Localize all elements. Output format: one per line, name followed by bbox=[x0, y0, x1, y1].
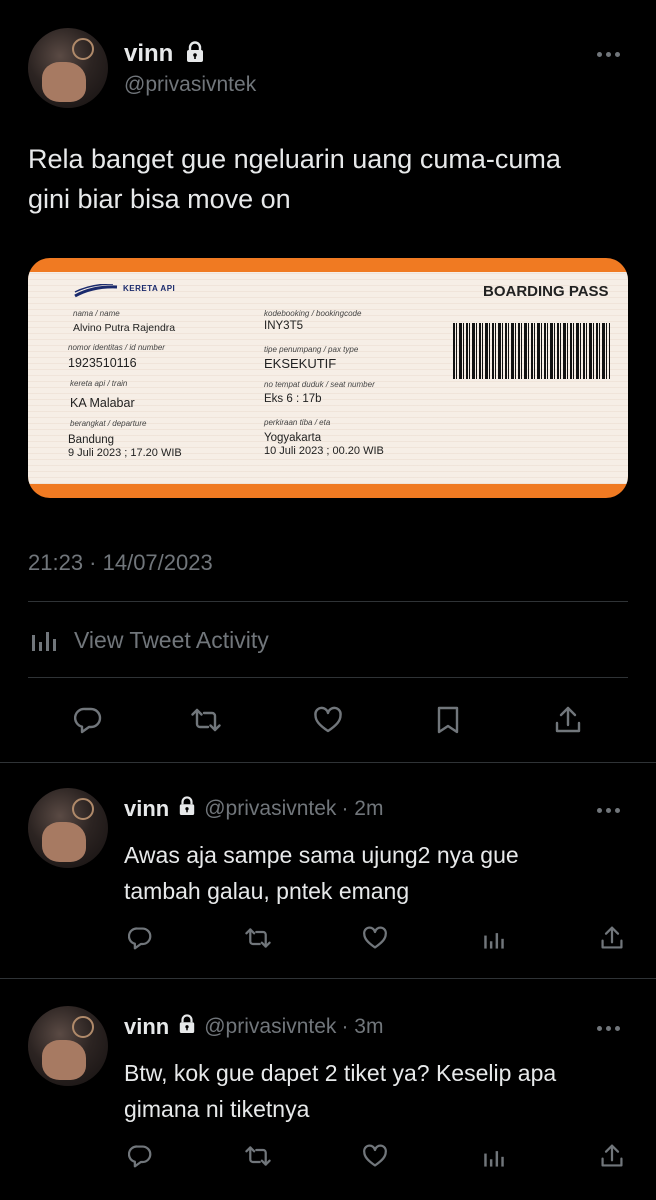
id-label: nomor identitas / id number bbox=[68, 343, 165, 352]
more-icon[interactable] bbox=[597, 1026, 620, 1031]
author-name[interactable]: vinn bbox=[124, 40, 173, 68]
like-button[interactable] bbox=[357, 922, 393, 954]
like-icon bbox=[363, 1144, 387, 1167]
booking-value: INY3T5 bbox=[264, 320, 303, 332]
name-label: nama / name bbox=[73, 309, 120, 318]
reply-header: vinn @privasivntek · 2m bbox=[124, 796, 383, 822]
retweet-button[interactable] bbox=[240, 922, 276, 954]
reply-icon bbox=[128, 1145, 152, 1168]
eta-label: perkiraan tiba / eta bbox=[264, 418, 331, 427]
eta-time: 10 Juli 2023 ; 00.20 WIB bbox=[264, 445, 384, 457]
retweet-icon bbox=[245, 928, 271, 948]
analytics-button[interactable] bbox=[476, 922, 512, 954]
author-handle[interactable]: @privasivntek bbox=[204, 797, 336, 821]
barcode-icon bbox=[453, 323, 610, 379]
avatar[interactable] bbox=[28, 1006, 108, 1086]
reply-text-line-2: tambah galau, pntek emang bbox=[124, 878, 410, 904]
more-icon[interactable] bbox=[597, 52, 620, 57]
divider bbox=[28, 601, 628, 602]
share-icon bbox=[601, 1144, 623, 1167]
retweet-button[interactable] bbox=[240, 1140, 276, 1172]
retweet-icon bbox=[245, 1146, 271, 1166]
view-activity-label[interactable]: View Tweet Activity bbox=[74, 627, 269, 654]
author-name[interactable]: vinn bbox=[124, 1014, 169, 1040]
departure-time: 9 Juli 2023 ; 17.20 WIB bbox=[68, 447, 182, 459]
lock-icon bbox=[185, 41, 205, 63]
divider bbox=[28, 677, 628, 678]
reply-text-line-1: Awas aja sampe sama ujung2 nya gue bbox=[124, 842, 519, 868]
train-label: kereta api / train bbox=[70, 379, 128, 388]
reply-button[interactable] bbox=[122, 922, 158, 954]
tweet-text-line-1: Rela banget gue ngeluarin uang cuma-cuma bbox=[28, 144, 561, 174]
id-value: 1923510116 bbox=[68, 356, 137, 370]
author-handle[interactable]: @privasivntek bbox=[204, 1015, 336, 1039]
reply-time[interactable]: · 2m bbox=[341, 797, 383, 821]
author-handle[interactable]: @privasivntek bbox=[124, 73, 256, 97]
train-value: KA Malabar bbox=[70, 396, 135, 410]
kereta-api-logo-icon bbox=[74, 284, 118, 298]
divider bbox=[0, 978, 656, 979]
departure-city: Bandung bbox=[68, 434, 115, 446]
avatar[interactable] bbox=[28, 28, 108, 108]
boarding-pass-image[interactable]: KERETA API BOARDING PASS nama / name Alv… bbox=[28, 258, 628, 498]
ticket-title: BOARDING PASS bbox=[483, 283, 609, 300]
seat-label: no tempat duduk / seat number bbox=[264, 380, 375, 389]
name-value: Alvino Putra Rajendra bbox=[73, 322, 176, 334]
view-activity-row[interactable]: View Tweet Activity bbox=[28, 620, 269, 660]
share-button[interactable] bbox=[594, 922, 630, 954]
lock-icon bbox=[178, 796, 196, 822]
analytics-icon bbox=[28, 622, 60, 659]
pax-label: tipe penumpang / pax type bbox=[264, 345, 359, 354]
like-icon bbox=[363, 926, 387, 949]
pax-value: EKSEKUTIF bbox=[264, 356, 337, 371]
reply-time[interactable]: · 3m bbox=[341, 1015, 383, 1039]
analytics-button[interactable] bbox=[476, 1140, 512, 1172]
reply-icon bbox=[128, 927, 152, 950]
like-button[interactable] bbox=[306, 700, 350, 740]
divider bbox=[0, 762, 656, 763]
lock-icon bbox=[178, 1014, 196, 1040]
more-icon[interactable] bbox=[597, 808, 620, 813]
bookmark-button[interactable] bbox=[426, 700, 470, 740]
reply-header: vinn @privasivntek · 3m bbox=[124, 1014, 383, 1040]
tweet-timestamp[interactable]: 21:23 · 14/07/2023 bbox=[28, 550, 213, 576]
reply-text-line-1: Btw, kok gue dapet 2 tiket ya? Keselip a… bbox=[124, 1060, 557, 1086]
avatar[interactable] bbox=[28, 788, 108, 868]
author-name[interactable]: vinn bbox=[124, 796, 169, 822]
departure-label: berangkat / departure bbox=[70, 419, 147, 428]
share-icon bbox=[601, 926, 623, 949]
seat-value: Eks 6 : 17b bbox=[264, 393, 322, 405]
like-icon bbox=[314, 706, 342, 733]
eta-city: Yogyakarta bbox=[264, 432, 322, 444]
bookmark-icon bbox=[437, 706, 459, 734]
ticket-brand: KERETA API bbox=[123, 284, 176, 293]
reply-icon bbox=[74, 707, 102, 734]
reply-button[interactable] bbox=[122, 1140, 158, 1172]
retweet-button[interactable] bbox=[184, 700, 228, 740]
analytics-icon bbox=[484, 933, 504, 949]
reply-text-line-2: gimana ni tiketnya bbox=[124, 1096, 310, 1122]
tweet-text-line-2: gini biar bisa move on bbox=[28, 184, 291, 214]
retweet-icon bbox=[191, 708, 221, 732]
like-button[interactable] bbox=[357, 1140, 393, 1172]
analytics-icon bbox=[484, 1151, 504, 1167]
share-button[interactable] bbox=[594, 1140, 630, 1172]
booking-label: kodebooking / bookingcode bbox=[264, 309, 362, 318]
reply-button[interactable] bbox=[66, 700, 110, 740]
share-button[interactable] bbox=[546, 700, 590, 740]
share-icon bbox=[555, 706, 581, 733]
